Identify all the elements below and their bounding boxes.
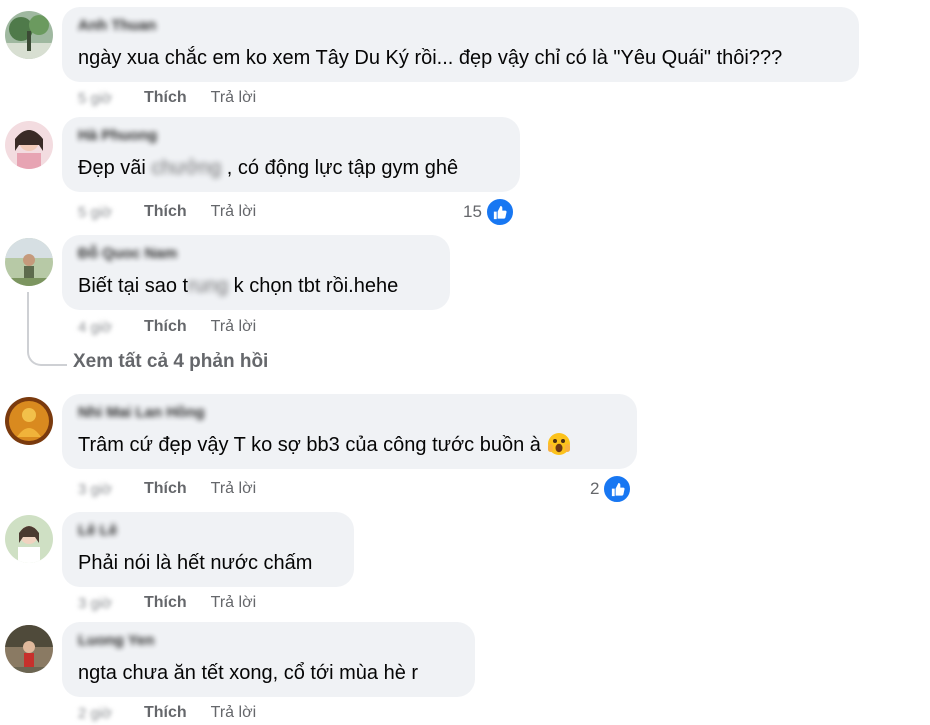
like-button[interactable]: Thích bbox=[144, 480, 187, 498]
comment-text-part: Biết tại sao t bbox=[78, 275, 189, 297]
comment-text: Đẹp vãi chưởng , có động lực tập gym ghê bbox=[78, 155, 458, 181]
reply-button[interactable]: Trả lời bbox=[211, 480, 256, 498]
comment-text-part: Trâm cứ đẹp vậy T ko sợ bb3 của công tướ… bbox=[78, 434, 541, 456]
comment-author[interactable]: Lê Lê bbox=[78, 521, 117, 541]
comment-text: Trâm cứ đẹp vậy T ko sợ bb3 của công tướ… bbox=[78, 432, 571, 458]
avatar[interactable] bbox=[5, 11, 53, 59]
reply-thread-line bbox=[27, 292, 67, 366]
comment-text: ngta chưa ăn tết xong, cổ tới mùa hè r bbox=[78, 662, 419, 684]
reply-button[interactable]: Trả lời bbox=[211, 594, 256, 612]
reaction-count: 15 bbox=[463, 202, 482, 221]
comment-timestamp[interactable]: 2 giờ bbox=[78, 705, 122, 722]
comment-text-part: , có động lực tập gym ghê bbox=[221, 157, 459, 179]
comment-text-part: k chọn tbt rồi.hehe bbox=[228, 275, 399, 297]
comment-timestamp[interactable]: 3 giờ bbox=[78, 481, 122, 498]
comment-bubble: Nhi Mai Lan Hồng Trâm cứ đẹp vậy T ko sợ… bbox=[62, 394, 637, 469]
reply-button[interactable]: Trả lời bbox=[211, 89, 256, 107]
like-button[interactable]: Thích bbox=[144, 318, 187, 336]
avatar[interactable] bbox=[5, 515, 53, 563]
reply-button[interactable]: Trả lời bbox=[211, 318, 256, 336]
comment-text: Biết tại sao trung k chọn tbt rồi.hehe bbox=[78, 273, 398, 299]
like-button[interactable]: Thích bbox=[144, 203, 187, 221]
avatar[interactable] bbox=[5, 238, 53, 286]
reaction-count: 2 bbox=[590, 479, 600, 498]
reaction-summary[interactable]: 15 bbox=[463, 197, 515, 227]
comment-timestamp[interactable]: 3 giờ bbox=[78, 595, 122, 612]
comment-author[interactable]: Nhi Mai Lan Hồng bbox=[78, 403, 205, 423]
comment-timestamp[interactable]: 4 giờ bbox=[78, 319, 122, 336]
comment-actions: 3 giờ Thích Trả lời bbox=[78, 478, 256, 500]
comment-author[interactable]: Đỗ Quoc Nam bbox=[78, 244, 177, 264]
reply-button[interactable]: Trả lời bbox=[211, 203, 256, 221]
like-button[interactable]: Thích bbox=[144, 704, 187, 722]
face-screaming-emoji-icon bbox=[547, 433, 570, 455]
comment-actions: 3 giờ Thích Trả lời bbox=[78, 592, 256, 614]
comment-bubble: Hà Phuong Đẹp vãi chưởng , có động lực t… bbox=[62, 117, 520, 192]
comment-author[interactable]: Luong Yen bbox=[78, 631, 154, 651]
thumbs-up-icon bbox=[484, 197, 515, 227]
comment-bubble: Anh Thuan ngày xua chắc em ko xem Tây Du… bbox=[62, 7, 859, 82]
comment-actions: 4 giờ Thích Trả lời bbox=[78, 316, 256, 338]
like-button[interactable]: Thích bbox=[144, 594, 187, 612]
avatar[interactable] bbox=[5, 397, 53, 445]
avatar[interactable] bbox=[5, 625, 53, 673]
avatar[interactable] bbox=[5, 121, 53, 169]
reaction-summary[interactable]: 2 bbox=[590, 474, 633, 504]
reply-button[interactable]: Trả lời bbox=[211, 704, 256, 722]
comment-bubble: Luong Yen ngta chưa ăn tết xong, cổ tới … bbox=[62, 622, 475, 697]
censored-word: chưởng bbox=[151, 157, 222, 179]
view-replies-link[interactable]: Xem tất cả 4 phản hồi bbox=[73, 351, 268, 373]
comment-actions: 2 giờ Thích Trả lời bbox=[78, 702, 256, 724]
comment-text-part: Đẹp vãi bbox=[78, 157, 152, 179]
comment-bubble: Đỗ Quoc Nam Biết tại sao trung k chọn tb… bbox=[62, 235, 450, 310]
comment-text: Phải nói là hết nước chấm bbox=[78, 552, 313, 574]
comment-author[interactable]: Anh Thuan bbox=[78, 16, 156, 36]
comment-actions: 5 giờ Thích Trả lời bbox=[78, 201, 256, 223]
comment-text: ngày xua chắc em ko xem Tây Du Ký rồi...… bbox=[78, 47, 783, 69]
like-button[interactable]: Thích bbox=[144, 89, 187, 107]
comment-bubble: Lê Lê Phải nói là hết nước chấm bbox=[62, 512, 354, 587]
comment-timestamp[interactable]: 5 giờ bbox=[78, 90, 122, 107]
comment-author[interactable]: Hà Phuong bbox=[78, 126, 157, 146]
comment-actions: 5 giờ Thích Trả lời bbox=[78, 87, 256, 109]
thumbs-up-icon bbox=[602, 474, 633, 504]
censored-word: rung bbox=[188, 275, 229, 297]
comment-timestamp[interactable]: 5 giờ bbox=[78, 204, 122, 221]
